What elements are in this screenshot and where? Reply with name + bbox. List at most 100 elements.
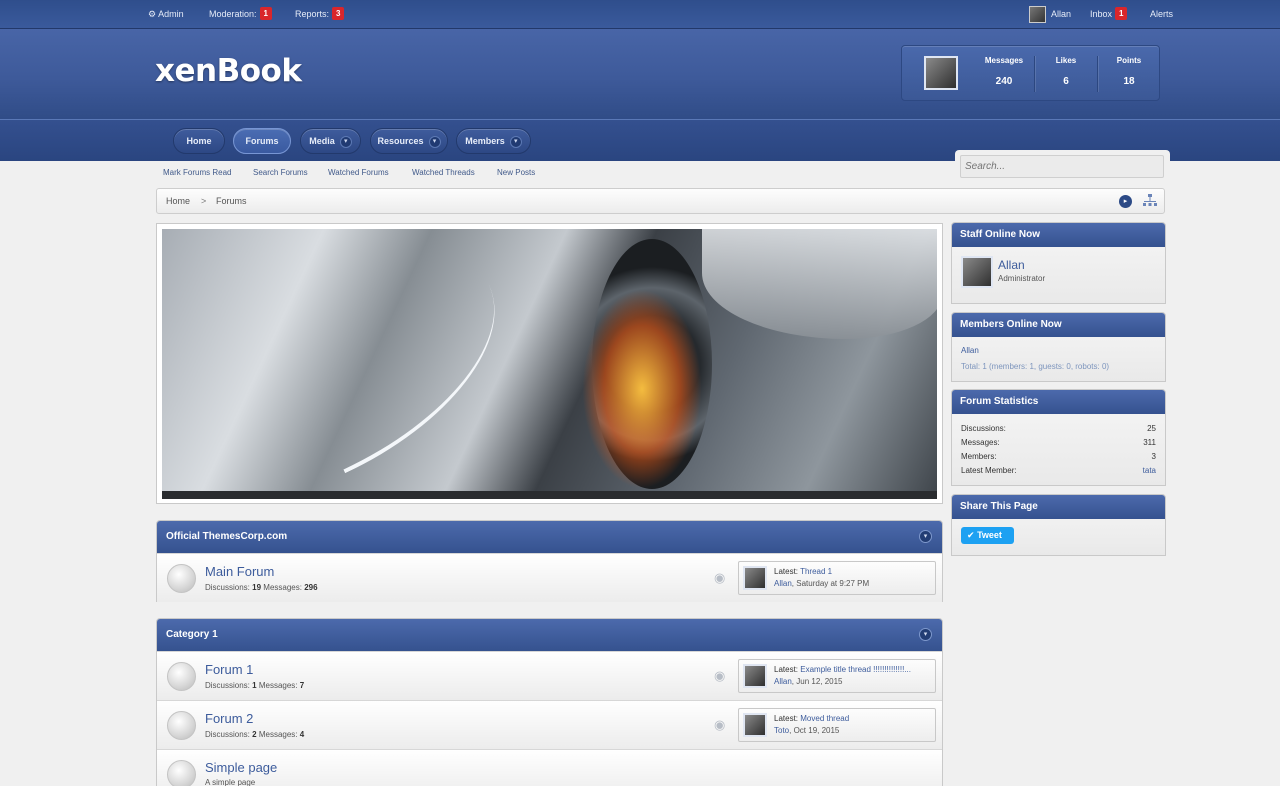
online-member-link[interactable]: Allan xyxy=(961,346,979,355)
latest-byline: Toto, Oct 19, 2015 xyxy=(774,726,839,735)
stat-value: 3 xyxy=(1151,452,1156,461)
stat-label: Discussions: xyxy=(961,424,1006,433)
avatar[interactable] xyxy=(743,566,767,590)
staff-name-link[interactable]: Allan xyxy=(998,258,1025,272)
stat-value: 240 xyxy=(995,76,1013,87)
avatar[interactable] xyxy=(961,256,993,288)
latest-label: Latest: xyxy=(774,567,799,576)
collapse-icon[interactable]: ▾ xyxy=(919,628,932,641)
staff-role: Administrator xyxy=(998,274,1046,283)
share-page-block: Share This Page ✔ Tweet xyxy=(951,494,1166,556)
category-title[interactable]: Category 1 xyxy=(166,629,218,640)
rss-icon[interactable]: ◉ xyxy=(714,669,728,683)
messages-label: Messages: xyxy=(258,730,298,739)
latest-date: , Oct 19, 2015 xyxy=(789,726,840,735)
tab-media[interactable]: Media ▾ xyxy=(300,128,361,154)
forum-statistics-block: Forum Statistics Discussions: 25 Messages… xyxy=(951,389,1166,486)
stat-row: Messages: 311 xyxy=(961,438,1156,447)
latest-post: Latest: Example title thread !!!!!!!!!!!… xyxy=(738,659,936,693)
reports-label: Reports: xyxy=(295,9,330,19)
subnav-search-forums[interactable]: Search Forums xyxy=(253,168,308,177)
site-logo[interactable]: xenBook xyxy=(155,53,302,89)
avatar[interactable] xyxy=(743,664,767,688)
inbox-link[interactable]: Inbox 1 xyxy=(1090,0,1128,29)
tab-label: Media xyxy=(309,136,335,146)
stat-messages: Messages 240 xyxy=(969,46,1039,102)
reports-link[interactable]: Reports: 3 xyxy=(295,0,345,29)
stat-row: Discussions: 25 xyxy=(961,424,1156,433)
stat-label: Latest Member: xyxy=(961,466,1017,475)
forum-status-icon xyxy=(167,564,196,593)
latest-thread-link[interactable]: Moved thread xyxy=(800,714,849,723)
admin-label: Admin xyxy=(158,9,184,19)
tab-home[interactable]: Home xyxy=(173,128,225,154)
forum-status-icon xyxy=(167,662,196,691)
tab-label: Resources xyxy=(377,136,424,146)
alerts-link[interactable]: Alerts xyxy=(1150,0,1173,29)
moderation-link[interactable]: Moderation: 1 xyxy=(209,0,272,29)
latest-user-link[interactable]: Allan xyxy=(774,579,792,588)
latest-byline: Allan, Jun 12, 2015 xyxy=(774,677,843,686)
collapse-icon[interactable]: ▾ xyxy=(919,530,932,543)
latest-post: Latest: Moved thread Toto, Oct 19, 2015 xyxy=(738,708,936,742)
online-total: Total: 1 (members: 1, guests: 0, robots:… xyxy=(961,362,1110,371)
breadcrumb: Home > Forums ▸ xyxy=(156,188,1165,214)
tweet-button[interactable]: ✔ Tweet xyxy=(961,527,1014,544)
subnav-watched-threads[interactable]: Watched Threads xyxy=(412,168,475,177)
stat-value: 311 xyxy=(1143,438,1156,447)
sub-nav: Mark Forums Read Search Forums Watched F… xyxy=(0,161,1280,187)
tab-members[interactable]: Members ▾ xyxy=(456,128,531,154)
messages-label: Messages: xyxy=(263,583,302,592)
admin-link[interactable]: ⚙ Admin xyxy=(148,0,184,29)
breadcrumb-forums[interactable]: Forums xyxy=(216,196,247,206)
subnav-watched-forums[interactable]: Watched Forums xyxy=(328,168,389,177)
rss-icon[interactable]: ◉ xyxy=(714,571,728,585)
latest-thread-link[interactable]: Thread 1 xyxy=(800,567,832,576)
forum-title[interactable]: Forum 1 xyxy=(205,662,253,677)
top-bar: ⚙ Admin Moderation: 1 Reports: 3 Allan Inb… xyxy=(0,0,1280,29)
banner-image xyxy=(162,229,937,499)
arrow-right-circle-icon[interactable]: ▸ xyxy=(1119,195,1132,208)
subnav-mark-forums-read[interactable]: Mark Forums Read xyxy=(163,168,231,177)
tweet-label: Tweet xyxy=(977,530,1002,540)
page-status-icon xyxy=(167,760,196,786)
sitemap-icon[interactable] xyxy=(1143,194,1157,208)
chevron-down-icon[interactable]: ▾ xyxy=(428,135,441,148)
breadcrumb-home[interactable]: Home xyxy=(166,196,190,206)
messages-count: 4 xyxy=(299,730,305,739)
category-title[interactable]: Official ThemesCorp.com xyxy=(166,531,287,542)
tab-label: Forums xyxy=(245,136,279,146)
banner-road-shape xyxy=(162,491,937,499)
latest-member-link[interactable]: tata xyxy=(1143,466,1156,475)
stat-row: Members: 3 xyxy=(961,452,1156,461)
category-header: Category 1 ▾ xyxy=(157,619,942,651)
page-title[interactable]: Simple page xyxy=(205,760,277,775)
avatar[interactable] xyxy=(924,56,958,90)
latest-thread-line: Latest: Thread 1 xyxy=(774,567,832,576)
latest-label: Latest: xyxy=(774,665,799,674)
messages-label: Messages: xyxy=(258,681,298,690)
latest-user-link[interactable]: Allan xyxy=(774,677,792,686)
discussions-label: Discussions: xyxy=(205,583,250,592)
latest-user-link[interactable]: Toto xyxy=(774,726,789,735)
stat-label: Likes xyxy=(1055,56,1077,65)
latest-thread-link[interactable]: Example title thread !!!!!!!!!!!!!!... xyxy=(800,665,911,674)
tab-resources[interactable]: Resources ▾ xyxy=(370,128,448,154)
discussions-label: Discussions: xyxy=(205,681,250,690)
forum-title[interactable]: Main Forum xyxy=(205,564,274,579)
user-menu[interactable]: Allan xyxy=(1029,0,1071,29)
block-title: Staff Online Now xyxy=(952,223,1165,247)
rss-icon[interactable]: ◉ xyxy=(714,718,728,732)
banner xyxy=(156,223,943,504)
category-block: Category 1 ▾ Forum 1 Discussions: 1 Mess… xyxy=(156,618,943,786)
chevron-down-icon[interactable]: ▾ xyxy=(339,135,352,148)
forum-row: Forum 1 Discussions: 1 Messages: 7 ◉ Lat… xyxy=(157,651,942,700)
members-online-block: Members Online Now Allan Total: 1 (membe… xyxy=(951,312,1166,382)
stat-value: 18 xyxy=(1123,76,1135,87)
stat-points: Points 18 xyxy=(1094,46,1164,102)
forum-title[interactable]: Forum 2 xyxy=(205,711,253,726)
chevron-down-icon[interactable]: ▾ xyxy=(509,135,522,148)
avatar[interactable] xyxy=(743,713,767,737)
tab-forums[interactable]: Forums xyxy=(233,128,291,154)
subnav-new-posts[interactable]: New Posts xyxy=(497,168,535,177)
